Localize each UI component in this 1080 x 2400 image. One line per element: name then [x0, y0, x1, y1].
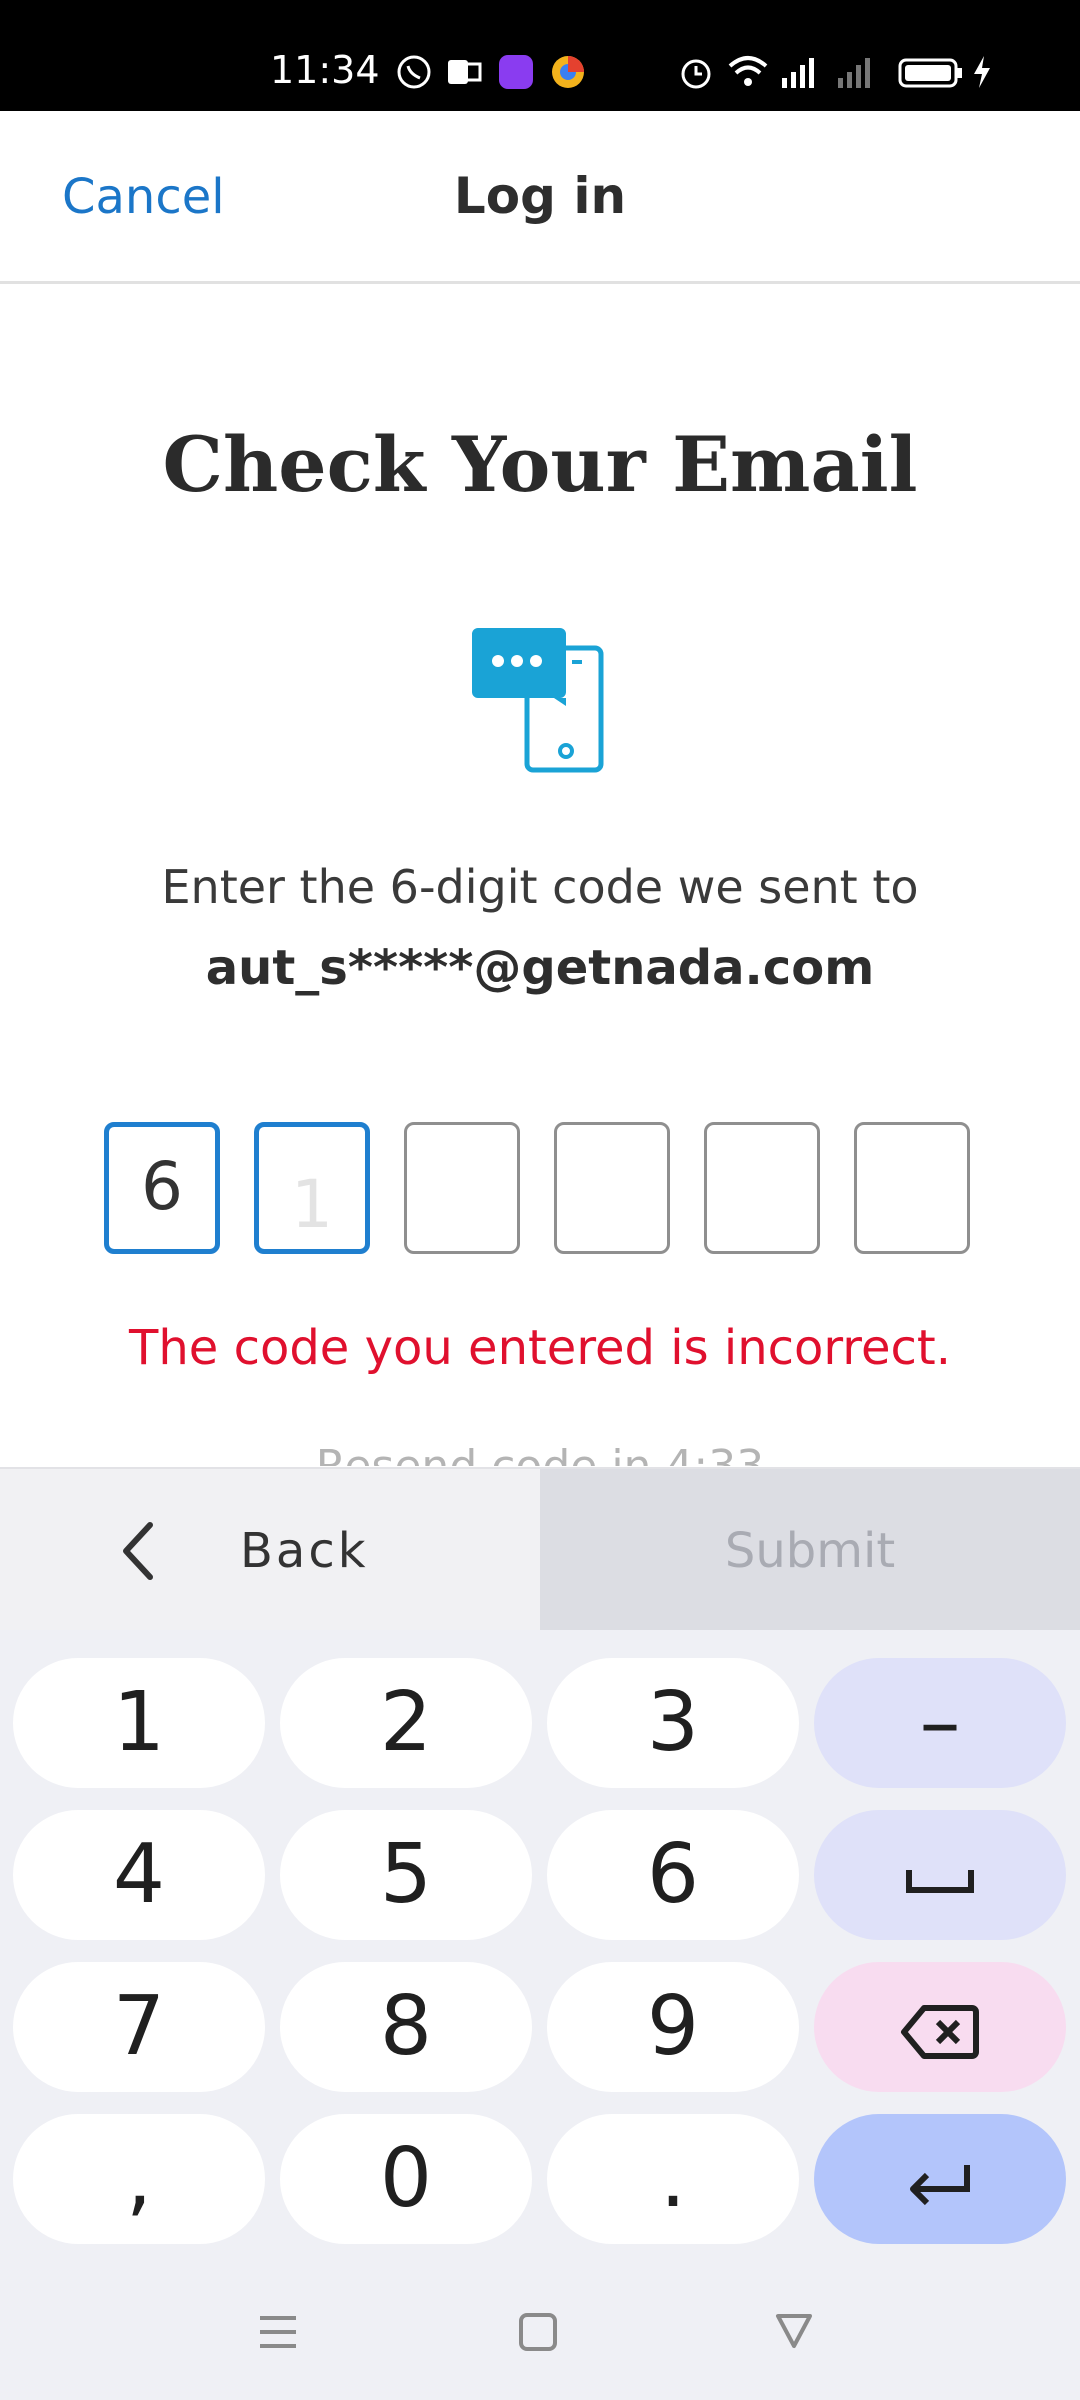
masked-email: aut_s*****@getnada.com: [205, 940, 875, 996]
outlook-icon: [446, 54, 482, 90]
menu-nav-icon[interactable]: [258, 2310, 298, 2358]
key-2[interactable]: 2: [280, 1658, 532, 1788]
key-dash[interactable]: –: [814, 1658, 1066, 1788]
resend-code-text: Resend code in 4:33: [0, 1438, 1080, 1466]
key-space[interactable]: [814, 1810, 1066, 1940]
charging-icon: [970, 54, 994, 90]
submit-label: Submit: [724, 1523, 896, 1579]
code-digit-2[interactable]: 1: [254, 1122, 370, 1254]
key-8[interactable]: 8: [280, 1962, 532, 2092]
battery-icon: [898, 54, 964, 90]
status-time: 11:34: [270, 48, 380, 92]
key-comma[interactable]: ,: [13, 2114, 265, 2244]
instruction-text: Enter the 6-digit code we sent to: [161, 860, 919, 914]
backspace-icon: [900, 1979, 980, 2074]
home-nav-icon[interactable]: [518, 2310, 558, 2358]
code-digit-5[interactable]: [704, 1122, 820, 1254]
space-icon: [905, 1827, 975, 1922]
code-digit-4[interactable]: [554, 1122, 670, 1254]
key-7[interactable]: 7: [13, 1962, 265, 2092]
app-header: Cancel Log in: [0, 111, 1080, 284]
enter-icon: [905, 2131, 975, 2226]
key-1[interactable]: 1: [13, 1658, 265, 1788]
code-digit-6[interactable]: [854, 1122, 970, 1254]
back-nav-icon[interactable]: [774, 2310, 814, 2358]
wifi-icon: [728, 54, 768, 90]
submit-button[interactable]: Submit: [540, 1469, 1080, 1632]
signal-no-service-icon: [836, 54, 872, 90]
key-3[interactable]: 3: [547, 1658, 799, 1788]
key-9[interactable]: 9: [547, 1962, 799, 2092]
code-digit-3[interactable]: [404, 1122, 520, 1254]
key-4[interactable]: 4: [13, 1810, 265, 1940]
chevron-left-icon: [118, 1521, 158, 1585]
key-enter[interactable]: [814, 2114, 1066, 2244]
phone-message-icon: [472, 626, 608, 776]
error-message: The code you entered is incorrect.: [129, 1320, 951, 1376]
status-bar: 11:34: [0, 0, 1080, 111]
back-button[interactable]: Back: [0, 1469, 540, 1632]
browser-icon: [550, 54, 586, 90]
signal-icon: [780, 54, 816, 90]
key-0[interactable]: 0: [280, 2114, 532, 2244]
key-5[interactable]: 5: [280, 1810, 532, 1940]
app-icon: [498, 54, 534, 90]
key-period[interactable]: .: [547, 2114, 799, 2244]
alarm-icon: [678, 54, 714, 90]
check-email-heading: Check Your Email: [162, 420, 918, 509]
keyboard-action-bar: Back Submit: [0, 1467, 1080, 1632]
back-label: Back: [240, 1523, 369, 1579]
page-title: Log in: [453, 167, 627, 225]
key-6[interactable]: 6: [547, 1810, 799, 1940]
code-digit-1[interactable]: 6: [104, 1122, 220, 1254]
viber-icon: [396, 54, 432, 90]
key-backspace[interactable]: [814, 1962, 1066, 2092]
